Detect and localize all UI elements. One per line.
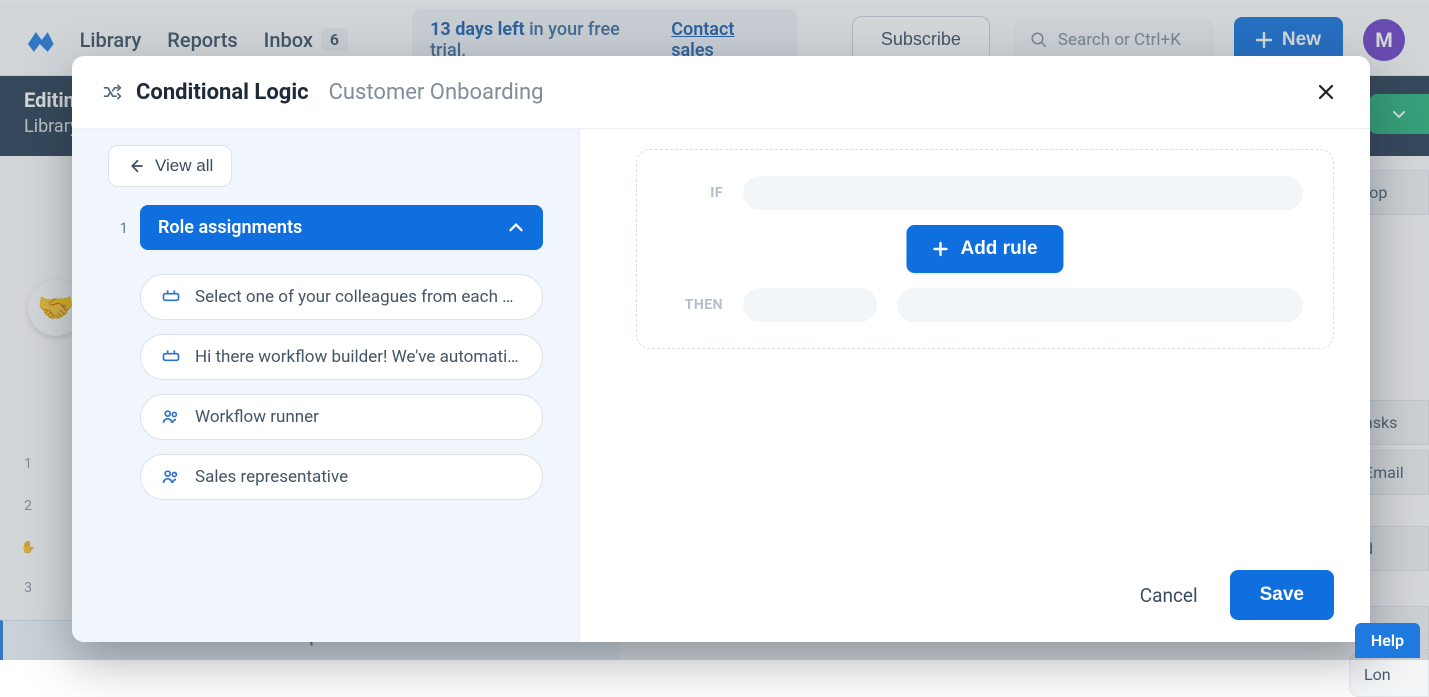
step-number: 1 bbox=[108, 205, 128, 250]
step-title: Role assignments bbox=[158, 217, 302, 238]
plus-icon bbox=[932, 241, 948, 257]
then-target-placeholder[interactable] bbox=[897, 288, 1303, 322]
modal-header: Conditional Logic Customer Onboarding bbox=[72, 56, 1370, 129]
chevron-up-icon bbox=[507, 219, 525, 237]
step-subitems: Select one of your colleagues from each … bbox=[140, 274, 543, 500]
view-all-button[interactable]: View all bbox=[108, 145, 232, 187]
subitem[interactable]: Hi there workflow builder! We've automat… bbox=[140, 334, 543, 380]
then-row: THEN bbox=[667, 288, 1303, 322]
modal-subtitle: Customer Onboarding bbox=[329, 80, 544, 105]
steps-panel: View all 1 Role assignments Select one o… bbox=[72, 129, 580, 642]
modal-footer: Cancel Save bbox=[636, 548, 1334, 620]
rule-builder: IF THEN Add rule bbox=[636, 149, 1334, 349]
save-button[interactable]: Save bbox=[1230, 570, 1334, 620]
view-all-label: View all bbox=[155, 156, 213, 176]
subitem[interactable]: Sales representative bbox=[140, 454, 543, 500]
subitem-label: Select one of your colleagues from each … bbox=[195, 287, 522, 307]
step-header[interactable]: Role assignments bbox=[140, 205, 543, 250]
close-button[interactable] bbox=[1312, 78, 1340, 106]
modal-title: Conditional Logic bbox=[136, 80, 309, 105]
then-label: THEN bbox=[667, 297, 723, 313]
subitem[interactable]: Select one of your colleagues from each … bbox=[140, 274, 543, 320]
close-icon bbox=[1316, 82, 1336, 102]
add-rule-button[interactable]: Add rule bbox=[906, 225, 1063, 273]
subitem-label: Workflow runner bbox=[195, 407, 319, 427]
add-rule-label: Add rule bbox=[960, 238, 1037, 260]
step-row: 1 Role assignments bbox=[108, 205, 543, 250]
form-field-icon bbox=[161, 347, 181, 367]
subitem-label: Hi there workflow builder! We've automat… bbox=[195, 347, 522, 367]
form-field-icon bbox=[161, 287, 181, 307]
if-label: IF bbox=[667, 185, 723, 201]
help-button[interactable]: Help bbox=[1355, 623, 1420, 658]
modal-body: View all 1 Role assignments Select one o… bbox=[72, 129, 1370, 642]
arrow-left-icon bbox=[127, 157, 145, 175]
people-icon bbox=[161, 467, 181, 487]
subitem[interactable]: Workflow runner bbox=[140, 394, 543, 440]
if-row: IF bbox=[667, 176, 1303, 210]
subitem-label: Sales representative bbox=[195, 467, 348, 487]
rule-panel: IF THEN Add rule Cancel bbox=[580, 129, 1370, 642]
then-action-placeholder[interactable] bbox=[743, 288, 877, 322]
conditional-logic-modal: Conditional Logic Customer Onboarding Vi… bbox=[72, 56, 1370, 642]
cancel-button[interactable]: Cancel bbox=[1134, 574, 1204, 617]
people-icon bbox=[161, 407, 181, 427]
shuffle-icon bbox=[102, 82, 122, 102]
if-placeholder[interactable] bbox=[743, 176, 1303, 210]
